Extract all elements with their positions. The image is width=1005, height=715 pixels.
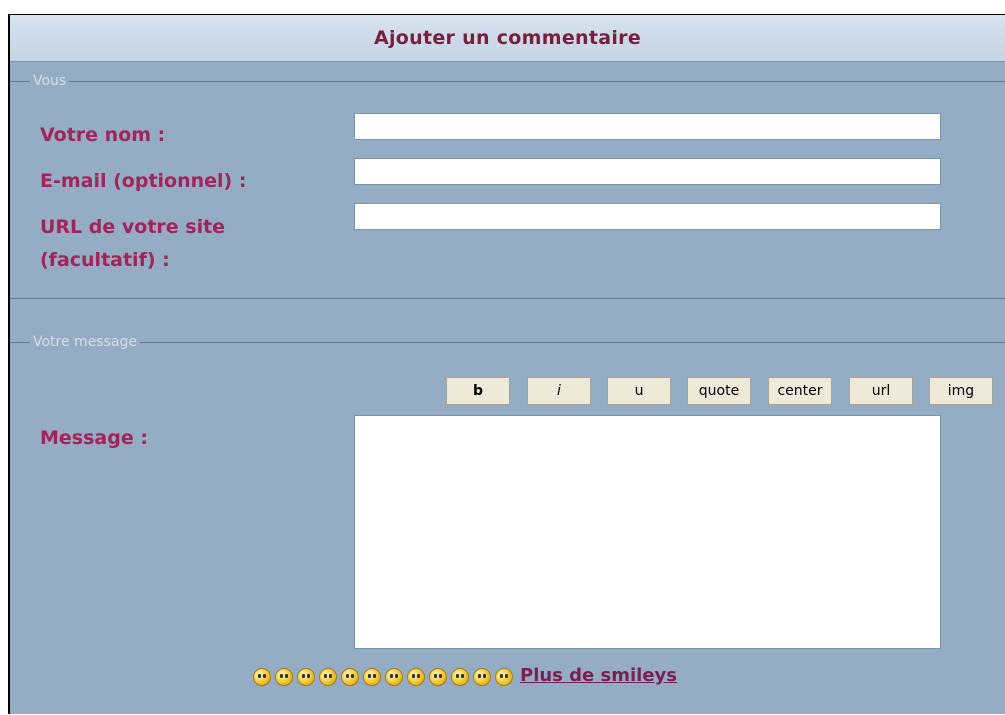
underline-button[interactable]: u	[607, 377, 671, 405]
wink-icon[interactable]	[385, 668, 403, 686]
email-label: E-mail (optionnel) :	[40, 170, 247, 192]
italic-button[interactable]: i	[527, 377, 591, 405]
legend-message: Votre message	[30, 332, 140, 352]
grin-icon[interactable]	[363, 668, 381, 686]
message-label: Message :	[40, 427, 148, 449]
cool-icon[interactable]	[297, 668, 315, 686]
email-input[interactable]	[354, 158, 941, 185]
url-button[interactable]: url	[849, 377, 913, 405]
url-label-line2: (facultatif) :	[40, 249, 170, 271]
frown-icon[interactable]	[407, 668, 425, 686]
surprised-icon[interactable]	[473, 668, 491, 686]
legend-vous: Vous	[30, 71, 70, 91]
blush-icon[interactable]	[429, 668, 447, 686]
smiley-bar: Plus de smileys	[10, 665, 1005, 689]
message-textarea[interactable]	[354, 415, 941, 649]
happy-icon[interactable]	[451, 668, 469, 686]
smile-icon[interactable]	[275, 668, 293, 686]
url-label-line1: URL de votre site	[40, 216, 226, 238]
form-title: Ajouter un commentaire	[373, 27, 641, 49]
lol-icon[interactable]	[495, 668, 513, 686]
comment-form: Ajouter un commentaire Vous Votre nom : …	[8, 14, 1005, 714]
img-button[interactable]: img	[929, 377, 993, 405]
format-toolbar: b i u quote center url img	[10, 377, 1005, 405]
quote-button[interactable]: quote	[687, 377, 751, 405]
fieldset-message: Votre message b i u quote center url img…	[10, 332, 1005, 715]
more-smileys-link[interactable]: Plus de smileys	[520, 665, 677, 686]
tongue-icon[interactable]	[341, 668, 359, 686]
bold-button[interactable]: b	[446, 377, 510, 405]
url-input[interactable]	[354, 203, 941, 230]
sad-icon[interactable]	[319, 668, 337, 686]
name-label: Votre nom :	[40, 124, 166, 146]
title-bar: Ajouter un commentaire	[10, 15, 1005, 62]
fieldset-vous: Vous Votre nom : E-mail (optionnel) : UR…	[10, 71, 1005, 299]
center-button[interactable]: center	[768, 377, 832, 405]
laugh-icon[interactable]	[253, 668, 271, 686]
name-input[interactable]	[354, 113, 941, 140]
